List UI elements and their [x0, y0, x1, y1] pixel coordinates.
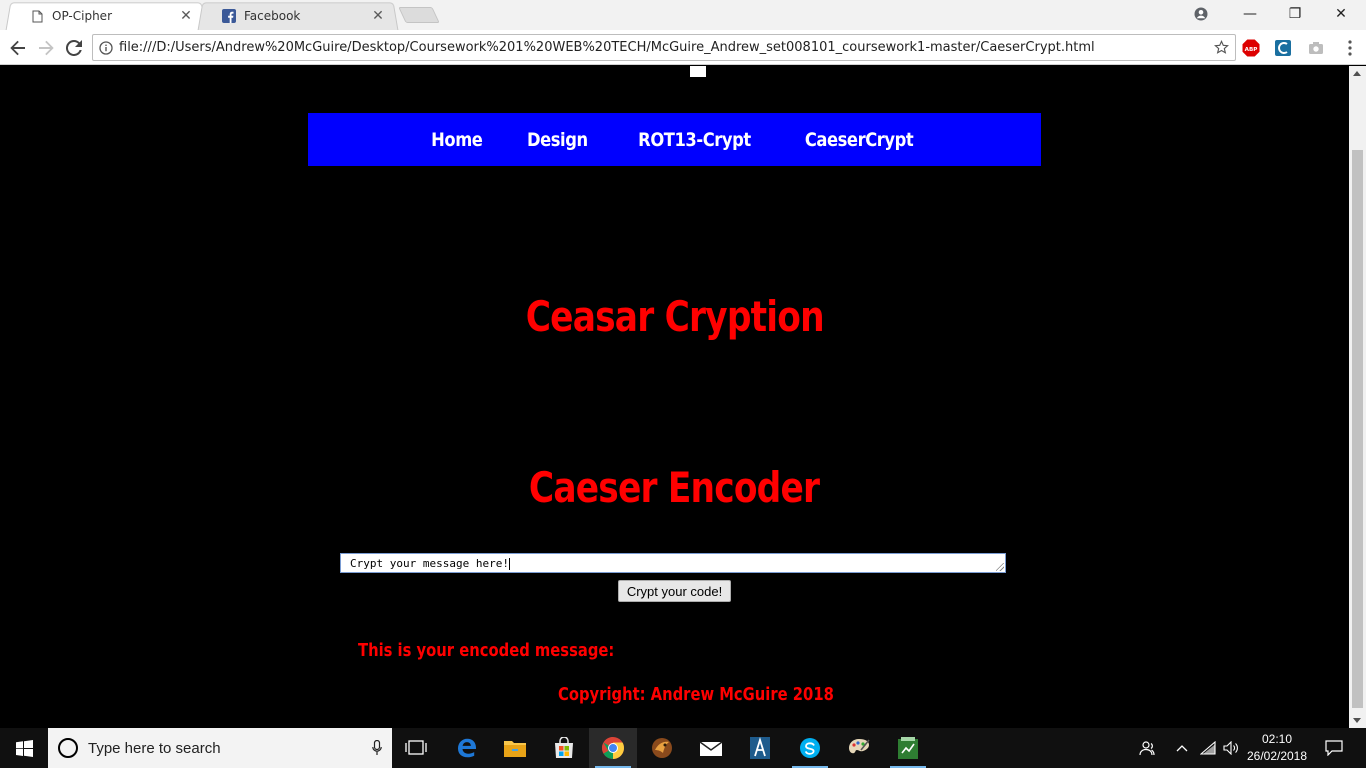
encoded-message-label: This is your encoded message: — [358, 640, 671, 661]
windows-start-icon[interactable] — [0, 728, 48, 768]
camera-extension-icon[interactable] — [1306, 38, 1326, 58]
store-icon[interactable] — [540, 728, 588, 768]
action-center-icon[interactable] — [1320, 728, 1348, 768]
tab-strip: OP-Cipher ✕ Facebook ✕ — ❐ ✕ — [0, 0, 1366, 31]
browser-toolbar: file:///D:/Users/Andrew%20McGuire/Deskto… — [0, 30, 1366, 65]
copyright-value: Copyright: Andrew McGuire 2018 — [558, 684, 834, 705]
new-tab-button[interactable] — [398, 7, 440, 23]
close-window-button[interactable]: ✕ — [1318, 0, 1364, 28]
site-navbar: Home Design ROT13-Crypt CaeserCrypt — [308, 113, 1041, 166]
skype-icon[interactable] — [786, 728, 834, 768]
address-bar[interactable]: file:///D:/Users/Andrew%20McGuire/Deskto… — [92, 34, 1236, 61]
nav-design-link[interactable]: Design — [527, 129, 588, 151]
search-placeholder: Type here to search — [88, 739, 221, 757]
file-explorer-icon[interactable] — [491, 728, 539, 768]
page-title: Ceasar Cryption — [0, 292, 1349, 341]
page-image-placeholder — [690, 66, 706, 77]
nav-caesercrypt-link[interactable]: CaeserCrypt — [805, 129, 914, 151]
message-textarea-value: Crypt your message here! — [350, 557, 509, 570]
page-icon — [30, 9, 44, 23]
close-tab-icon[interactable]: ✕ — [178, 8, 194, 24]
message-textarea[interactable]: Crypt your message here! — [340, 553, 1006, 573]
adblock-plus-icon[interactable]: ABP — [1241, 38, 1261, 58]
chrome-icon[interactable] — [589, 728, 637, 768]
tab-op-cipher[interactable]: OP-Cipher ✕ — [5, 2, 207, 31]
volume-icon[interactable] — [1219, 728, 1243, 768]
forward-icon[interactable] — [34, 36, 58, 60]
cortana-icon — [58, 738, 78, 758]
reload-icon[interactable] — [62, 36, 86, 60]
info-icon[interactable] — [93, 40, 119, 55]
close-tab-icon[interactable]: ✕ — [370, 8, 386, 24]
menu-icon[interactable] — [1340, 38, 1360, 58]
clock-date: 26/02/2018 — [1246, 749, 1308, 763]
paint-app-icon[interactable] — [835, 728, 883, 768]
clock-time: 02:10 — [1261, 732, 1293, 746]
notes-app-icon[interactable] — [884, 728, 932, 768]
nav-rot13-link[interactable]: ROT13-Crypt — [638, 129, 751, 151]
url-text[interactable]: file:///D:/Users/Andrew%20McGuire/Deskto… — [119, 40, 1207, 55]
extension-icon[interactable] — [1273, 38, 1293, 58]
nav-home-link[interactable]: Home — [431, 129, 483, 151]
copyright-text: Copyright: Andrew McGuire 2018 — [558, 684, 894, 705]
taskbar-search-box[interactable]: Type here to search — [48, 728, 392, 768]
scrollbar-thumb[interactable] — [1352, 150, 1363, 708]
microphone-icon[interactable] — [362, 740, 392, 756]
mail-icon[interactable] — [687, 728, 735, 768]
encoder-heading-text: Caeser Encoder — [529, 463, 820, 512]
scroll-down-icon[interactable] — [1353, 718, 1361, 723]
tab-title: Facebook — [244, 9, 301, 23]
encoded-message-text: This is your encoded message: — [358, 640, 615, 661]
tab-title: OP-Cipher — [52, 9, 112, 23]
page-viewport: Home Design ROT13-Crypt CaeserCrypt Ceas… — [0, 66, 1349, 728]
restore-button[interactable]: ❐ — [1272, 0, 1318, 28]
windows-taskbar: Type here to search 02:10 26/02/2018 — [0, 728, 1366, 768]
svg-text:ABP: ABP — [1245, 47, 1258, 53]
tab-facebook[interactable]: Facebook ✕ — [197, 2, 399, 31]
minimize-button[interactable]: — — [1227, 0, 1273, 28]
page-scrollbar[interactable] — [1349, 66, 1366, 728]
facebook-icon — [222, 9, 236, 23]
game-app-icon[interactable] — [638, 728, 686, 768]
text-cursor — [508, 558, 510, 570]
crypt-button[interactable]: Crypt your code! — [618, 580, 731, 602]
profile-icon[interactable] — [1178, 0, 1224, 28]
chevron-up-icon[interactable] — [1170, 728, 1194, 768]
back-icon[interactable] — [6, 36, 30, 60]
resize-grip-icon[interactable] — [996, 563, 1004, 571]
wifi-icon[interactable] — [1196, 728, 1220, 768]
scroll-up-icon[interactable] — [1353, 71, 1361, 76]
text-editor-app-icon[interactable] — [736, 728, 784, 768]
taskbar-clock[interactable]: 02:10 26/02/2018 — [1244, 731, 1310, 765]
encoder-heading: Caeser Encoder — [0, 463, 1349, 512]
people-icon[interactable] — [1135, 728, 1161, 768]
task-view-icon[interactable] — [392, 728, 440, 768]
page-title-text: Ceasar Cryption — [525, 292, 824, 341]
bookmark-star-icon[interactable] — [1207, 40, 1235, 55]
edge-browser-icon[interactable] — [443, 728, 491, 768]
